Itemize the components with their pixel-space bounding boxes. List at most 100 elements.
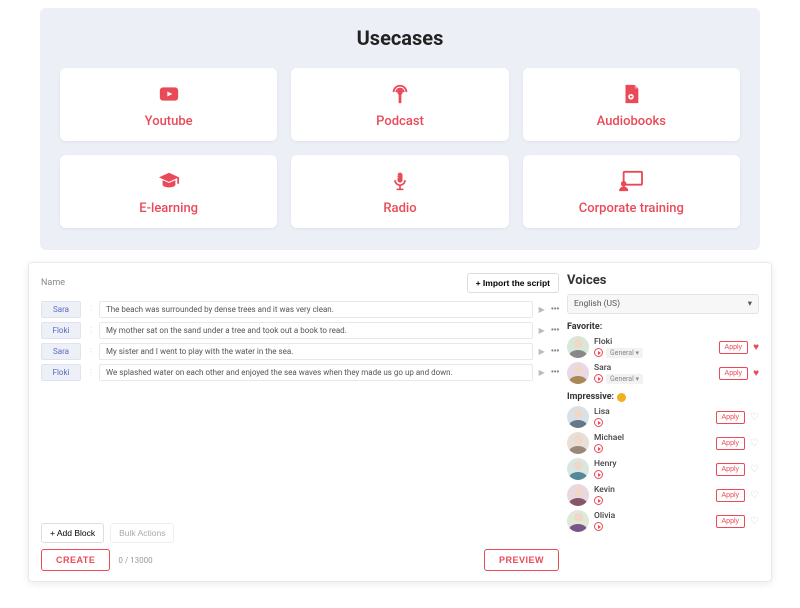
play-line-icon[interactable]: ▶ <box>539 305 545 314</box>
speaker-tag[interactable]: Sara <box>41 301 81 318</box>
apply-voice-button[interactable]: Apply <box>716 515 746 528</box>
audiobook-icon <box>617 82 645 106</box>
heart-outline-icon[interactable]: ♡ <box>750 516 759 527</box>
create-button[interactable]: CREATE <box>41 549 110 571</box>
usecase-audiobooks[interactable]: Audiobooks <box>523 68 740 141</box>
add-block-button[interactable]: + Add Block <box>41 523 104 543</box>
voice-row: Lisa Apply ♡ <box>567 406 759 428</box>
play-icon[interactable] <box>594 418 603 427</box>
language-select[interactable]: English (US) ▾ <box>567 294 759 314</box>
more-icon[interactable]: ••• <box>551 347 559 357</box>
line-text-input[interactable]: My sister and I went to play with the wa… <box>99 343 533 360</box>
name-label: Name <box>41 278 65 288</box>
voice-name: Kevin <box>594 485 711 495</box>
heart-outline-icon[interactable]: ♡ <box>750 490 759 501</box>
voice-name: Lisa <box>594 407 711 417</box>
usecases-title: Usecases <box>60 26 740 50</box>
graduation-cap-icon <box>155 169 183 193</box>
usecase-label: Corporate training <box>579 201 684 216</box>
heart-outline-icon[interactable]: ♡ <box>750 438 759 449</box>
play-icon[interactable] <box>594 496 603 505</box>
avatar <box>567 362 589 384</box>
speaker-tag[interactable]: Floki <box>41 322 81 339</box>
voice-style-select[interactable]: General ▾ <box>606 348 643 358</box>
apply-voice-button[interactable]: Apply <box>719 341 749 354</box>
more-icon[interactable]: ••• <box>551 368 559 378</box>
usecase-corporate[interactable]: Corporate training <box>523 155 740 228</box>
avatar <box>567 406 589 428</box>
voices-panel: Voices English (US) ▾ Favorite: Floki Ge… <box>567 273 759 571</box>
script-row: Sara ⋮ My sister and I went to play with… <box>41 343 559 360</box>
avatar <box>567 458 589 480</box>
heart-icon[interactable]: ♥ <box>753 368 759 379</box>
avatar <box>567 510 589 532</box>
voice-row: Sara General ▾ Apply ♥ <box>567 362 759 384</box>
usecase-radio[interactable]: Radio <box>291 155 508 228</box>
usecase-label: Podcast <box>376 114 424 129</box>
line-text-input[interactable]: My mother sat on the sand under a tree a… <box>99 322 533 339</box>
usecase-elearning[interactable]: E-learning <box>60 155 277 228</box>
more-icon[interactable]: ••• <box>551 326 559 336</box>
script-rows: Sara ⋮ The beach was surrounded by dense… <box>41 301 559 523</box>
editor-panel: Name + Import the script Sara ⋮ The beac… <box>28 262 772 582</box>
play-icon[interactable] <box>594 522 603 531</box>
heart-outline-icon[interactable]: ♡ <box>750 412 759 423</box>
voice-row: Floki General ▾ Apply ♥ <box>567 336 759 358</box>
voice-row: Michael Apply ♡ <box>567 432 759 454</box>
speaker-tag[interactable]: Sara <box>41 343 81 360</box>
avatar <box>567 432 589 454</box>
apply-voice-button[interactable]: Apply <box>716 489 746 502</box>
voice-name: Michael <box>594 433 711 443</box>
play-line-icon[interactable]: ▶ <box>539 368 545 377</box>
apply-voice-button[interactable]: Apply <box>719 367 749 380</box>
usecase-podcast[interactable]: Podcast <box>291 68 508 141</box>
play-icon[interactable] <box>594 444 603 453</box>
youtube-icon <box>155 82 183 106</box>
bulk-actions-button[interactable]: Bulk Actions <box>110 523 174 543</box>
script-row: Floki ⋮ We splashed water on each other … <box>41 364 559 381</box>
drag-handle-icon[interactable]: ⋮ <box>87 368 93 377</box>
apply-voice-button[interactable]: Apply <box>716 463 746 476</box>
voice-style-select[interactable]: General ▾ <box>606 374 643 384</box>
play-icon[interactable] <box>594 348 603 357</box>
voice-row: Henry Apply ♡ <box>567 458 759 480</box>
play-line-icon[interactable]: ▶ <box>539 347 545 356</box>
drag-handle-icon[interactable]: ⋮ <box>87 326 93 335</box>
voice-name: Sara <box>594 363 714 373</box>
training-icon <box>617 169 645 193</box>
avatar <box>567 336 589 358</box>
usecase-label: E-learning <box>139 201 198 216</box>
usecase-label: Youtube <box>145 114 193 129</box>
avatar <box>567 484 589 506</box>
script-row: Floki ⋮ My mother sat on the sand under … <box>41 322 559 339</box>
preview-button[interactable]: PREVIEW <box>484 549 559 571</box>
apply-voice-button[interactable]: Apply <box>716 411 746 424</box>
usecases-grid: Youtube Podcast Audiobooks E-learning Ra… <box>60 68 740 228</box>
more-icon[interactable]: ••• <box>551 305 559 315</box>
voice-name: Henry <box>594 459 711 469</box>
apply-voice-button[interactable]: Apply <box>716 437 746 450</box>
heart-outline-icon[interactable]: ♡ <box>750 464 759 475</box>
language-value: English (US) <box>574 299 620 309</box>
impressive-voice-list: Lisa Apply ♡ Michael Apply ♡ Henry Apply… <box>567 406 759 532</box>
voice-row: Kevin Apply ♡ <box>567 484 759 506</box>
play-line-icon[interactable]: ▶ <box>539 326 545 335</box>
play-icon[interactable] <box>594 470 603 479</box>
drag-handle-icon[interactable]: ⋮ <box>87 347 93 356</box>
script-column: Name + Import the script Sara ⋮ The beac… <box>41 273 559 571</box>
star-badge-icon <box>617 393 626 402</box>
heart-icon[interactable]: ♥ <box>753 342 759 353</box>
usecase-youtube[interactable]: Youtube <box>60 68 277 141</box>
line-text-input[interactable]: We splashed water on each other and enjo… <box>99 364 533 381</box>
voice-name: Floki <box>594 337 714 347</box>
speaker-tag[interactable]: Floki <box>41 364 81 381</box>
microphone-icon <box>386 169 414 193</box>
voice-name: Olivia <box>594 511 711 521</box>
play-icon[interactable] <box>594 374 603 383</box>
usecases-panel: Usecases Youtube Podcast Audiobooks E-le… <box>40 8 760 250</box>
drag-handle-icon[interactable]: ⋮ <box>87 305 93 314</box>
import-script-button[interactable]: + Import the script <box>467 273 559 293</box>
favorite-section-label: Favorite: <box>567 322 759 332</box>
line-text-input[interactable]: The beach was surrounded by dense trees … <box>99 301 533 318</box>
favorite-voice-list: Floki General ▾ Apply ♥ Sara General ▾ A… <box>567 336 759 384</box>
